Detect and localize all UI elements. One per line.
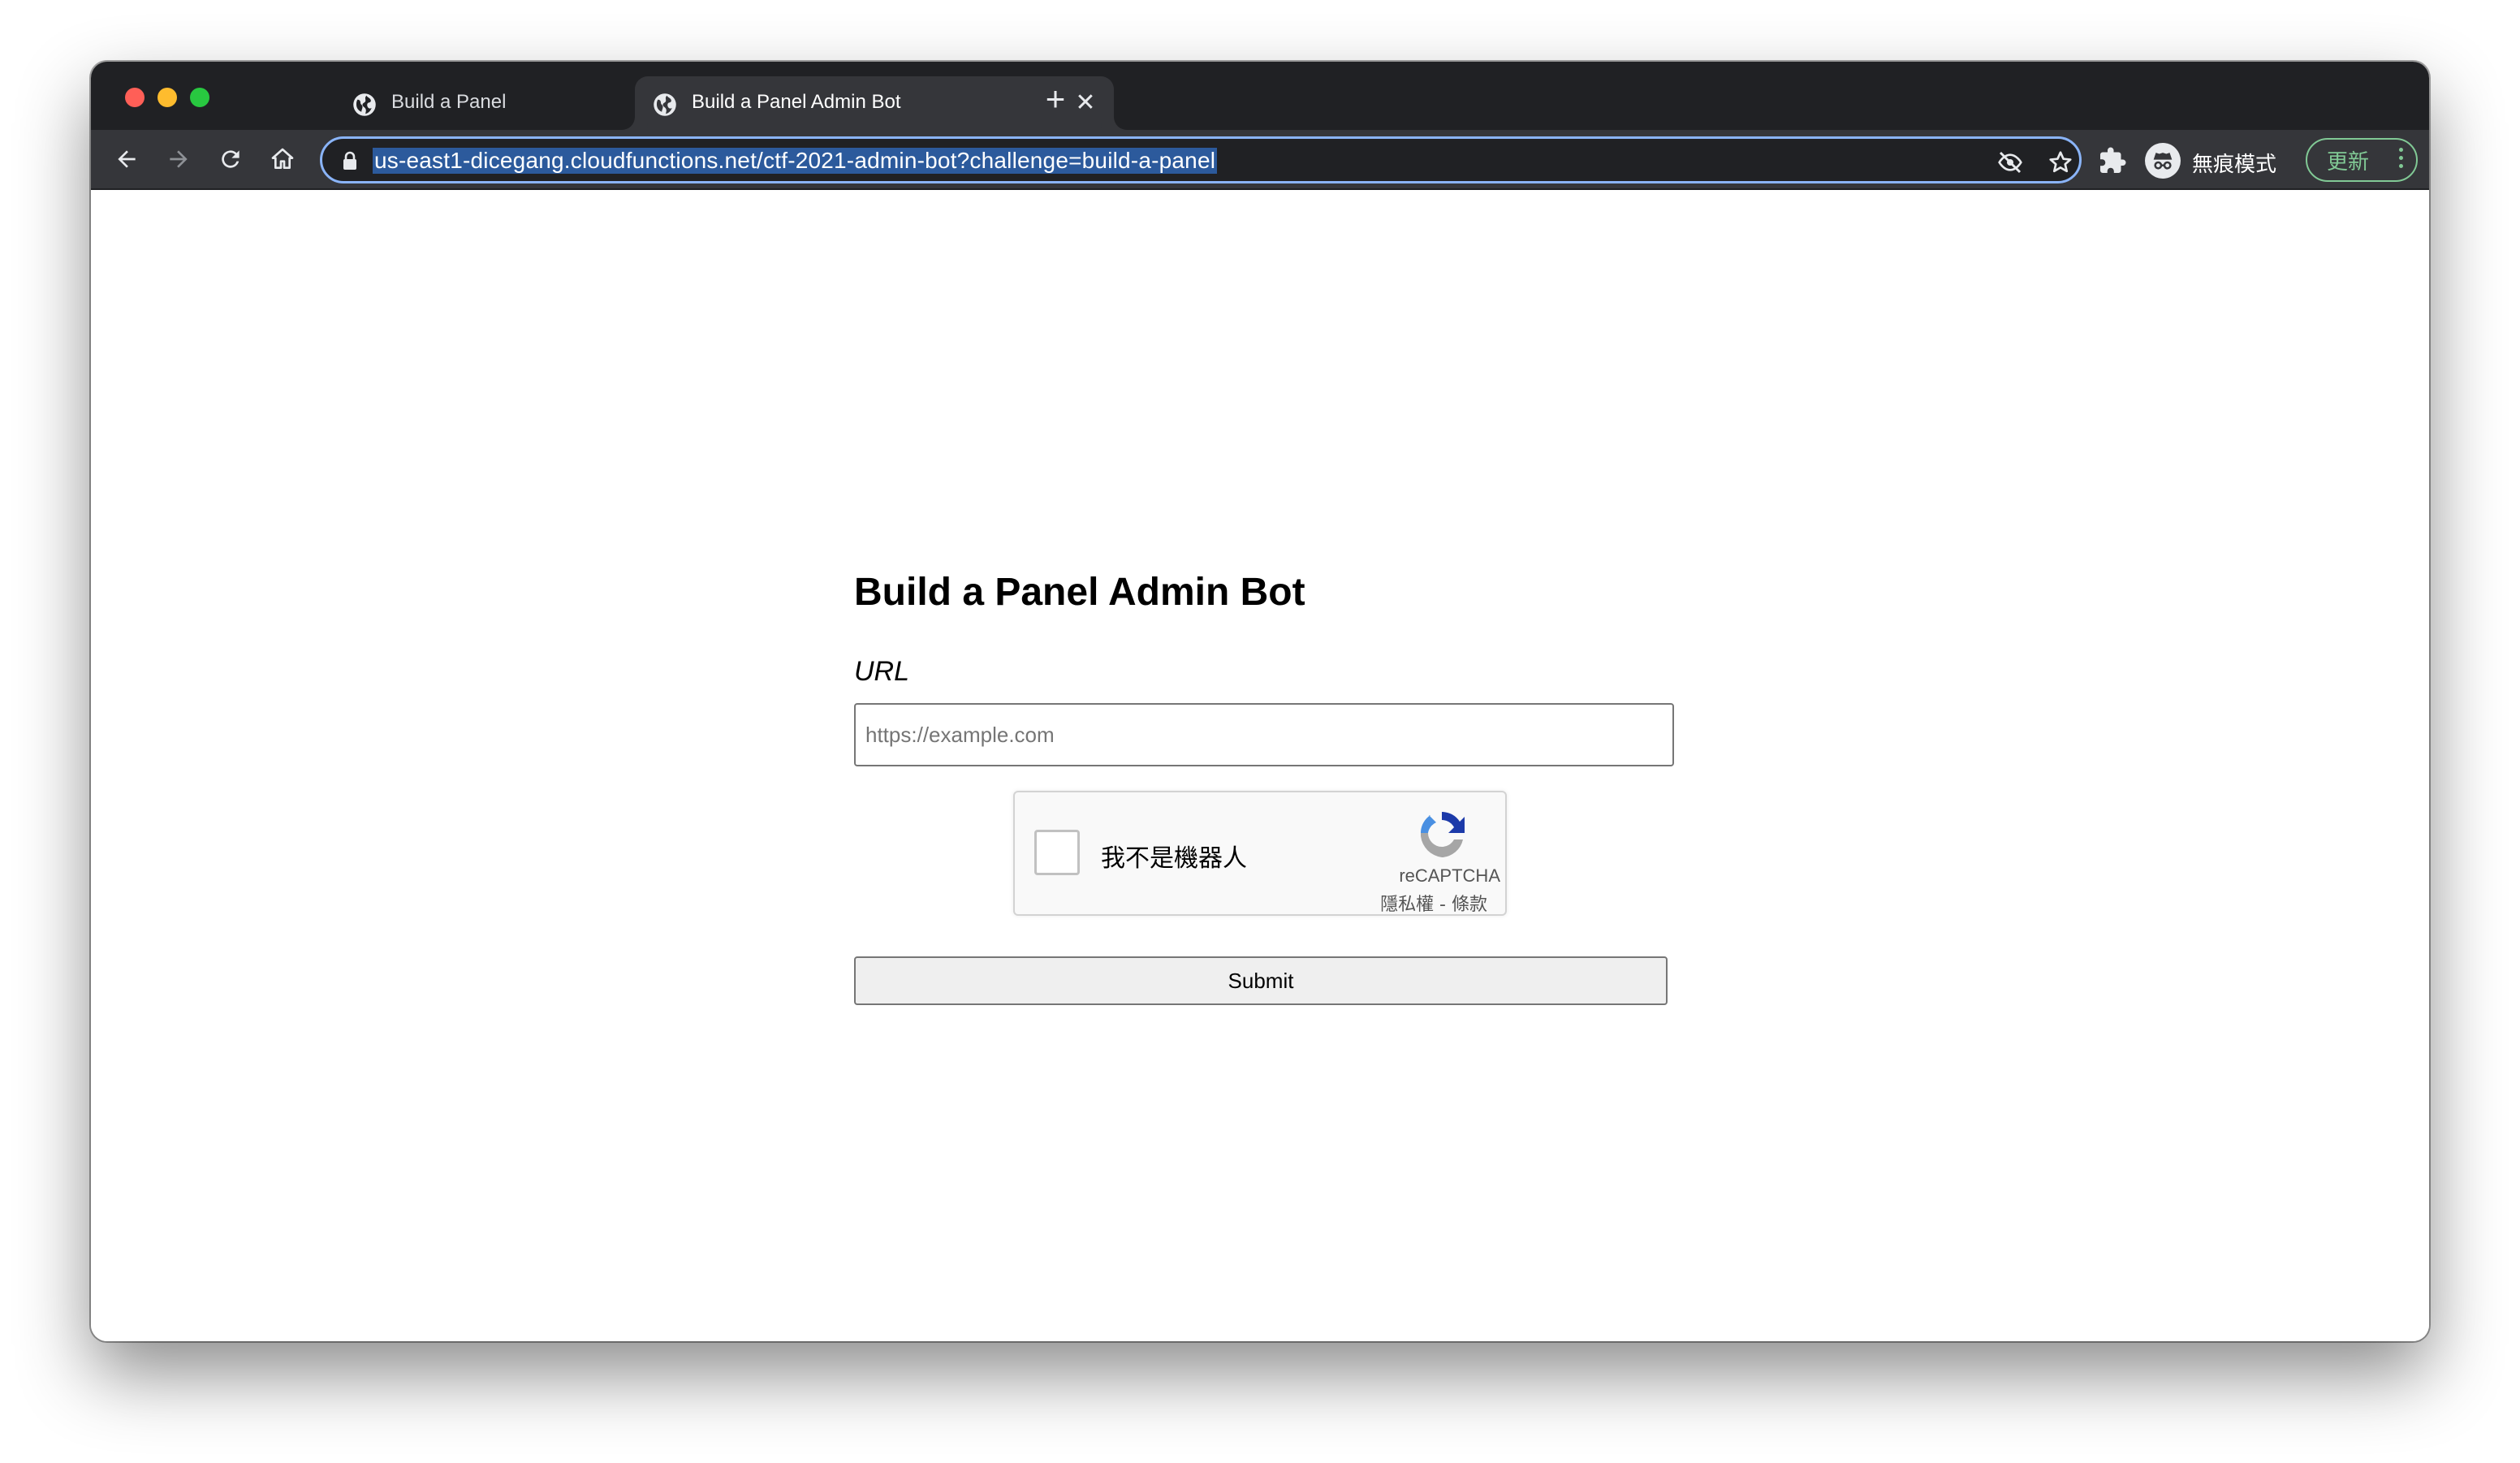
url-input[interactable] [854, 703, 1674, 766]
recaptcha-privacy-terms-links[interactable]: 隱私權 - 條款 [1380, 890, 1487, 916]
reload-icon[interactable] [214, 143, 247, 175]
window-close-button[interactable] [125, 88, 145, 107]
more-vert-icon [2397, 148, 2405, 172]
browser-toolbar: us-east1-dicegang.cloudfunctions.net/ctf… [91, 130, 2429, 190]
tab-strip: Build a Panel ✕ Build a Panel Admin Bot … [91, 62, 2429, 130]
tab-title: Build a Panel [391, 91, 507, 113]
browser-window: Build a Panel ✕ Build a Panel Admin Bot … [91, 62, 2429, 1341]
recaptcha-checkbox[interactable] [1034, 830, 1080, 875]
page-content: Build a Panel Admin Bot URL 我不是機器人 reCAP… [91, 192, 2429, 1341]
address-bar[interactable]: us-east1-dicegang.cloudfunctions.net/ctf… [320, 136, 2082, 183]
back-icon[interactable] [110, 143, 143, 175]
url-label: URL [854, 656, 910, 687]
recaptcha-brand: reCAPTCHA [1399, 865, 1500, 886]
forward-icon[interactable] [162, 143, 195, 175]
tab-title: Build a Panel Admin Bot [692, 91, 901, 113]
submit-button[interactable]: Submit [854, 956, 1668, 1005]
window-maximize-button[interactable] [190, 88, 209, 107]
update-label: 更新 [2327, 149, 2370, 175]
recaptcha-logo-icon [1420, 811, 1465, 857]
lock-icon[interactable] [340, 150, 360, 171]
recaptcha-label: 我不是機器人 [1101, 844, 1247, 873]
home-icon[interactable] [266, 143, 299, 175]
puzzle-icon[interactable] [2098, 146, 2127, 175]
globe-icon [654, 93, 676, 116]
star-icon[interactable] [2047, 149, 2074, 176]
address-text[interactable]: us-east1-dicegang.cloudfunctions.net/ctf… [373, 148, 1218, 174]
plus-icon[interactable]: + [1038, 82, 1073, 119]
recaptcha-widget: 我不是機器人 reCAPTCHA 隱私權 - 條款 [1013, 791, 1507, 916]
incognito-label[interactable]: 無痕模式 [2192, 148, 2276, 178]
globe-icon [353, 93, 376, 116]
incognito-icon[interactable] [2145, 143, 2181, 179]
eye-off-icon[interactable] [1996, 149, 2024, 176]
page-title: Build a Panel Admin Bot [854, 571, 1305, 614]
close-icon[interactable]: ✕ [1073, 91, 1098, 115]
window-minimize-button[interactable] [158, 88, 177, 107]
update-button[interactable]: 更新 [2306, 138, 2418, 182]
